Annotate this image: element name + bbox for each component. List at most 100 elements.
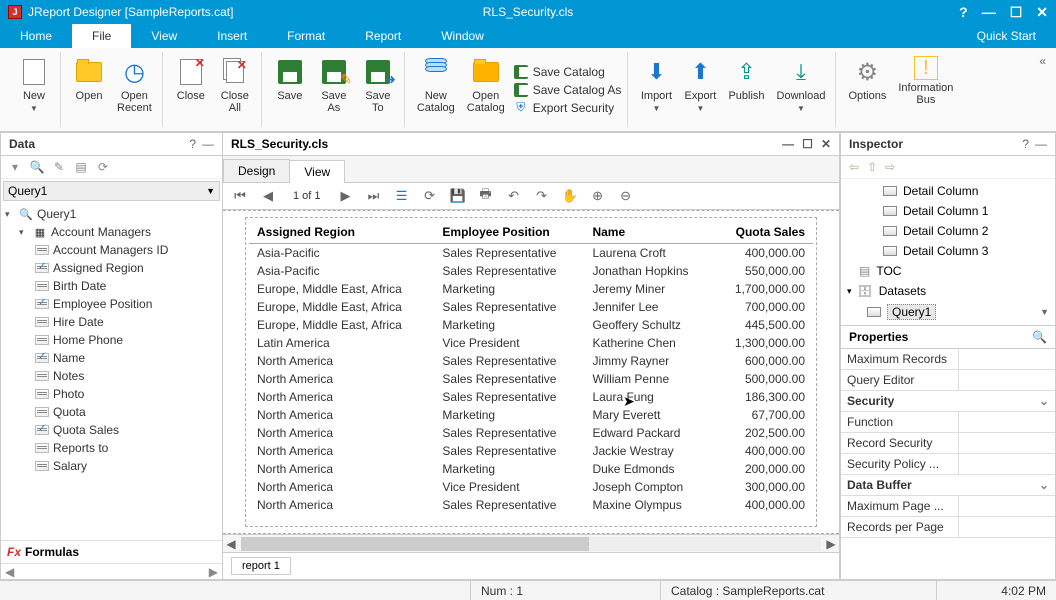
- list-view-icon[interactable]: ☰: [393, 187, 411, 205]
- section-security[interactable]: Security⌄: [841, 391, 1055, 412]
- close-icon[interactable]: ✕: [1036, 4, 1048, 21]
- scroll-thumb[interactable]: [241, 537, 589, 551]
- menu-report[interactable]: Report: [345, 24, 421, 48]
- help-icon[interactable]: ?: [959, 4, 968, 20]
- first-page-icon[interactable]: ⏮: [231, 187, 249, 205]
- tree-field[interactable]: Birth Date: [1, 277, 222, 295]
- minimize-panel-icon[interactable]: —: [202, 137, 214, 151]
- restore-doc-icon[interactable]: ☐: [802, 137, 813, 151]
- tab-design[interactable]: Design: [223, 159, 290, 182]
- property-value[interactable]: [959, 454, 1055, 474]
- open-recent-button[interactable]: ◷ Open Recent: [113, 52, 156, 127]
- tree-datasets[interactable]: ▾🗄Datasets: [845, 283, 1051, 299]
- save-to-button[interactable]: ➜ Save To: [358, 52, 398, 127]
- tree-query1[interactable]: Query1▼: [845, 303, 1051, 321]
- close-all-button[interactable]: ✕ Close All: [215, 52, 255, 127]
- export-button[interactable]: ⬆ Export ▼: [680, 52, 720, 127]
- tree-field[interactable]: Hire Date: [1, 313, 222, 331]
- ribbon-collapse-icon[interactable]: «: [1039, 54, 1046, 68]
- save-catalog-button[interactable]: Save Catalog: [513, 64, 622, 80]
- search-icon[interactable]: 🔍: [29, 160, 45, 174]
- tree-field[interactable]: Assigned Region: [1, 259, 222, 277]
- section-data-buffer[interactable]: Data Buffer⌄: [841, 475, 1055, 496]
- help-icon[interactable]: ?: [1022, 137, 1029, 151]
- menu-home[interactable]: Home: [0, 24, 72, 48]
- menu-quickstart[interactable]: Quick Start: [957, 24, 1056, 48]
- editor-hscroll[interactable]: ◀ ▶: [223, 534, 839, 552]
- tree-field[interactable]: Employee Position: [1, 295, 222, 313]
- menu-file[interactable]: File: [72, 24, 131, 48]
- tab-view[interactable]: View: [289, 160, 345, 183]
- last-page-icon[interactable]: ⏭: [365, 187, 383, 205]
- import-button[interactable]: ⬇ Import ▼: [636, 52, 676, 127]
- zoom-in-icon[interactable]: ⊕: [589, 187, 607, 205]
- next-page-icon[interactable]: ▶: [337, 187, 355, 205]
- data-hscroll[interactable]: ◀▶: [1, 563, 222, 579]
- minimize-panel-icon[interactable]: —: [1035, 137, 1047, 151]
- property-value[interactable]: [959, 517, 1055, 537]
- zoom-out-icon[interactable]: ⊖: [617, 187, 635, 205]
- formulas-row[interactable]: Fx Formulas: [1, 540, 222, 563]
- tree-field[interactable]: Name: [1, 349, 222, 367]
- property-row[interactable]: Security Policy ...: [841, 454, 1055, 475]
- refresh-icon[interactable]: ⟳: [95, 160, 111, 174]
- prev-page-icon[interactable]: ◀: [259, 187, 277, 205]
- minimize-doc-icon[interactable]: —: [782, 137, 794, 151]
- property-row[interactable]: Maximum Records: [841, 349, 1055, 370]
- query-selector[interactable]: Query1 ▼: [3, 181, 220, 201]
- refresh-view-icon[interactable]: ⟳: [421, 187, 439, 205]
- menu-view[interactable]: View: [131, 24, 197, 48]
- property-row[interactable]: Records per Page: [841, 517, 1055, 538]
- property-row[interactable]: Function: [841, 412, 1055, 433]
- tree-detail-column-2[interactable]: Detail Column 2: [845, 223, 1051, 239]
- download-button[interactable]: ⤓ Download ▼: [773, 52, 830, 127]
- property-row[interactable]: Record Security: [841, 433, 1055, 454]
- new-catalog-button[interactable]: New Catalog: [413, 52, 459, 127]
- save-catalog-as-button[interactable]: Save Catalog As: [513, 82, 622, 98]
- help-icon[interactable]: ?: [189, 137, 196, 151]
- print-icon[interactable]: 🖶: [477, 187, 495, 205]
- save-button[interactable]: Save: [270, 52, 310, 127]
- tree-detail-column[interactable]: Detail Column: [845, 183, 1051, 199]
- tree-field[interactable]: Home Phone: [1, 331, 222, 349]
- filter-icon[interactable]: ▾: [7, 160, 23, 174]
- minimize-icon[interactable]: —: [982, 4, 996, 20]
- edit-icon[interactable]: ✎: [51, 160, 67, 174]
- property-value[interactable]: [959, 496, 1055, 516]
- tree-field[interactable]: Reports to: [1, 439, 222, 457]
- close-button[interactable]: ✕ Close: [171, 52, 211, 127]
- redo-icon[interactable]: ↷: [533, 187, 551, 205]
- save-view-icon[interactable]: 💾: [449, 187, 467, 205]
- open-catalog-button[interactable]: Open Catalog: [463, 52, 509, 127]
- list-icon[interactable]: ▤: [73, 160, 89, 174]
- tree-detail-column-3[interactable]: Detail Column 3: [845, 243, 1051, 259]
- tree-detail-column-1[interactable]: Detail Column 1: [845, 203, 1051, 219]
- tree-field[interactable]: Salary: [1, 457, 222, 475]
- property-value[interactable]: [959, 433, 1055, 453]
- tree-field[interactable]: Account Managers ID: [1, 241, 222, 259]
- close-doc-icon[interactable]: ✕: [821, 137, 831, 151]
- tree-field[interactable]: Quota Sales: [1, 421, 222, 439]
- property-value[interactable]: [959, 349, 1055, 369]
- scroll-down-icon[interactable]: ▼: [1040, 307, 1049, 317]
- scroll-right-icon[interactable]: ▶: [823, 537, 839, 551]
- options-button[interactable]: ⚙ Options: [844, 52, 890, 127]
- property-value[interactable]: [959, 370, 1055, 390]
- undo-icon[interactable]: ↶: [505, 187, 523, 205]
- tree-field[interactable]: Photo: [1, 385, 222, 403]
- save-as-button[interactable]: ✎ Save As: [314, 52, 354, 127]
- tree-field[interactable]: Notes: [1, 367, 222, 385]
- property-value[interactable]: [959, 412, 1055, 432]
- nav-fwd-icon[interactable]: ⇨: [885, 160, 895, 174]
- search-icon[interactable]: 🔍: [1032, 330, 1047, 344]
- maximize-icon[interactable]: ☐: [1010, 4, 1023, 21]
- report-tab-1[interactable]: report 1: [231, 557, 291, 575]
- new-button[interactable]: New ▼: [14, 52, 54, 127]
- property-row[interactable]: Query Editor: [841, 370, 1055, 391]
- menu-format[interactable]: Format: [267, 24, 345, 48]
- scroll-left-icon[interactable]: ◀: [223, 537, 239, 551]
- publish-button[interactable]: ⇪ Publish: [724, 52, 768, 127]
- property-row[interactable]: Maximum Page ...: [841, 496, 1055, 517]
- tree-field[interactable]: Quota: [1, 403, 222, 421]
- nav-up-icon[interactable]: ⇧: [867, 160, 877, 174]
